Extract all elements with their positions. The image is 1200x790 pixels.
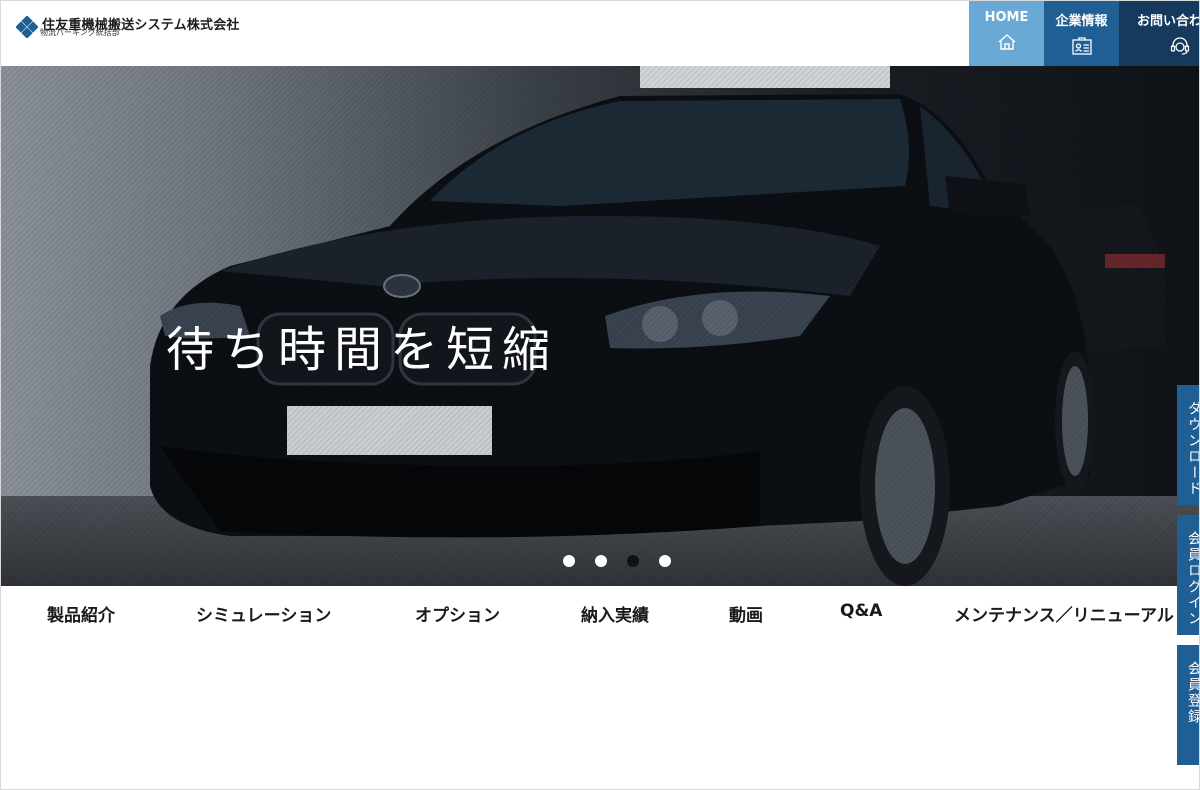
hero-headline: 待ち時間を短縮 [166, 322, 559, 378]
nav-simulation[interactable]: シミュレーション [196, 601, 331, 626]
member-register-tab[interactable]: 会員登録 [1177, 645, 1200, 765]
download-tab-label: ダウンロード [1186, 401, 1200, 497]
nav-faq[interactable]: Q&A [840, 601, 882, 621]
slider-dot-3[interactable] [627, 555, 639, 567]
member-login-tab-label: 会員ログイン [1186, 531, 1200, 627]
top-nav: HOME 企業情報 お問い合わせ [969, 0, 1200, 66]
nav-maintenance[interactable]: メンテナンス／リニューアル [954, 601, 1174, 626]
member-login-tab[interactable]: 会員ログイン [1177, 515, 1200, 635]
nav-installations[interactable]: 納入実績 [581, 601, 649, 626]
site-header: 住友重機械搬送システム株式会社 物流パーキング統括部 HOME 企業情報 お問い… [0, 0, 1200, 66]
id-card-icon [1071, 37, 1092, 55]
company-info-button[interactable]: 企業情報 [1044, 0, 1119, 66]
main-nav: 製品紹介 シミュレーション オプション 納入実績 動画 Q&A メンテナンス／リ… [0, 586, 1200, 640]
contact-button[interactable]: お問い合わせ [1119, 0, 1200, 66]
slider-dot-4[interactable] [659, 555, 671, 567]
hero-slider[interactable]: 待ち時間を短縮 [0, 66, 1200, 586]
house-icon [998, 34, 1015, 50]
download-tab[interactable]: ダウンロード [1177, 385, 1200, 505]
home-button[interactable]: HOME [969, 0, 1044, 66]
division-name: 物流パーキング統括部 [40, 28, 120, 37]
sumitomo-mark-icon [16, 16, 38, 38]
contact-label: お問い合わせ [1137, 14, 1200, 29]
company-info-label: 企業情報 [1055, 14, 1108, 29]
headset-icon [1170, 37, 1190, 55]
member-register-tab-label: 会員登録 [1186, 661, 1200, 725]
nav-products[interactable]: 製品紹介 [47, 601, 115, 626]
slider-dot-2[interactable] [595, 555, 607, 567]
home-label: HOME [984, 10, 1029, 25]
nav-options[interactable]: オプション [415, 601, 500, 626]
slider-dots [563, 555, 671, 567]
nav-videos[interactable]: 動画 [729, 601, 763, 626]
slider-dot-1[interactable] [563, 555, 575, 567]
